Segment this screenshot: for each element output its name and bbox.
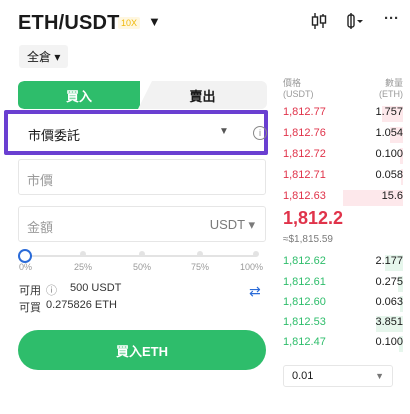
ask-qty: 0.100 [375, 148, 403, 160]
buy-eth-button[interactable]: 買入ETH [18, 330, 266, 370]
amount-placeholder: 金額 [27, 220, 54, 235]
margin-mode-select[interactable]: 全倉 ▾ [19, 45, 69, 68]
bid-qty: 3.851 [375, 316, 403, 328]
price-header-unit: (USDT) [283, 89, 314, 99]
order-type-select[interactable]: 市價委託 ▼ i [4, 110, 268, 155]
order-settings-icon-glyph [347, 13, 363, 29]
slider-tick-25[interactable] [80, 251, 86, 257]
order-settings-icon[interactable] [346, 12, 364, 34]
available-label: 可用 [19, 285, 41, 297]
qty-column-header: 數量 (ETH) [376, 78, 403, 100]
price-column-header: 價格 (USDT) [283, 78, 314, 100]
depth-precision-select[interactable]: 0.01 ▼ [283, 365, 393, 387]
slider-label: 100% [240, 262, 264, 272]
ask-price: 1,812.63 [283, 190, 326, 202]
price-header-label: 價格 [283, 78, 302, 88]
amount-input[interactable]: 金額 USDT ▾ [18, 206, 266, 242]
more-options-icon[interactable]: ··· [384, 10, 399, 27]
ask-qty: 1.054 [375, 127, 403, 139]
bid-row[interactable]: 1,812.62 2.177 [283, 255, 403, 273]
bid-qty: 2.177 [375, 255, 403, 267]
mark-price: ≈$1,815.59 [283, 234, 333, 245]
bid-price: 1,812.53 [283, 316, 326, 328]
depth-precision-value: 0.01 [292, 370, 314, 382]
bid-qty: 0.100 [375, 336, 403, 348]
transfer-icon[interactable]: ⇄ [249, 283, 261, 300]
slider-label: 0% [19, 262, 33, 272]
qty-header-unit: (ETH) [379, 89, 403, 99]
ask-qty: 15.6 [381, 190, 403, 202]
bid-qty: 0.063 [375, 296, 403, 308]
ask-row[interactable]: 1,812.76 1.054 [283, 127, 403, 145]
bid-price: 1,812.60 [283, 296, 326, 308]
tab-buy[interactable]: 買入 [18, 81, 140, 109]
slider-handle[interactable] [18, 249, 32, 263]
ask-qty: 1.757 [375, 106, 403, 118]
bid-price: 1,812.47 [283, 336, 326, 348]
available-value: 500 USDT [70, 282, 122, 294]
ask-row[interactable]: 1,812.63 15.6 [283, 190, 403, 208]
order-type-label: 市價委託 [28, 128, 81, 143]
leverage-badge: 10X [118, 17, 141, 29]
ask-price: 1,812.76 [283, 127, 326, 139]
bid-price: 1,812.62 [283, 255, 326, 267]
info-icon[interactable]: i [253, 126, 267, 140]
info-icon[interactable]: ⓘ [46, 282, 57, 298]
candlestick-chart-icon-glyph [311, 13, 327, 29]
pair-dropdown-icon[interactable]: ▼ [148, 14, 161, 29]
slider-label: 75% [191, 262, 210, 272]
bid-row[interactable]: 1,812.61 0.275 [283, 276, 403, 294]
ask-row[interactable]: 1,812.72 0.100 [283, 148, 403, 166]
price-input[interactable]: 市價 [18, 159, 266, 195]
ask-price: 1,812.72 [283, 148, 326, 160]
ask-row[interactable]: 1,812.71 0.058 [283, 169, 403, 187]
tab-sell[interactable]: 賣出 [138, 81, 267, 109]
ask-qty: 0.058 [375, 169, 403, 181]
chevron-down-icon: ▼ [375, 371, 384, 381]
bid-row[interactable]: 1,812.60 0.063 [283, 296, 403, 314]
buyable-label: 可買 [19, 302, 41, 314]
ask-price: 1,812.77 [283, 106, 326, 118]
qty-header-label: 數量 [384, 78, 403, 88]
chevron-down-icon: ▼ [219, 126, 229, 137]
bid-price: 1,812.61 [283, 276, 326, 288]
buyable-value: 0.275826 ETH [46, 299, 117, 311]
price-placeholder: 市價 [27, 173, 54, 188]
slider-tick-75[interactable] [197, 251, 203, 257]
bid-row[interactable]: 1,812.47 0.100 [283, 336, 403, 354]
ask-price: 1,812.71 [283, 169, 326, 181]
candlestick-chart-icon[interactable] [311, 12, 327, 34]
last-price: 1,812.2 [283, 208, 344, 228]
bid-row[interactable]: 1,812.53 3.851 [283, 316, 403, 334]
bid-qty: 0.275 [375, 276, 403, 288]
ask-row[interactable]: 1,812.77 1.757 [283, 106, 403, 124]
slider-tick-100[interactable] [253, 251, 259, 257]
slider-tick-50[interactable] [139, 251, 145, 257]
slider-label: 25% [74, 262, 93, 272]
pair-title[interactable]: ETH/USDT [18, 12, 120, 35]
slider-label: 50% [133, 262, 152, 272]
amount-unit-select[interactable]: USDT ▾ [210, 217, 255, 233]
